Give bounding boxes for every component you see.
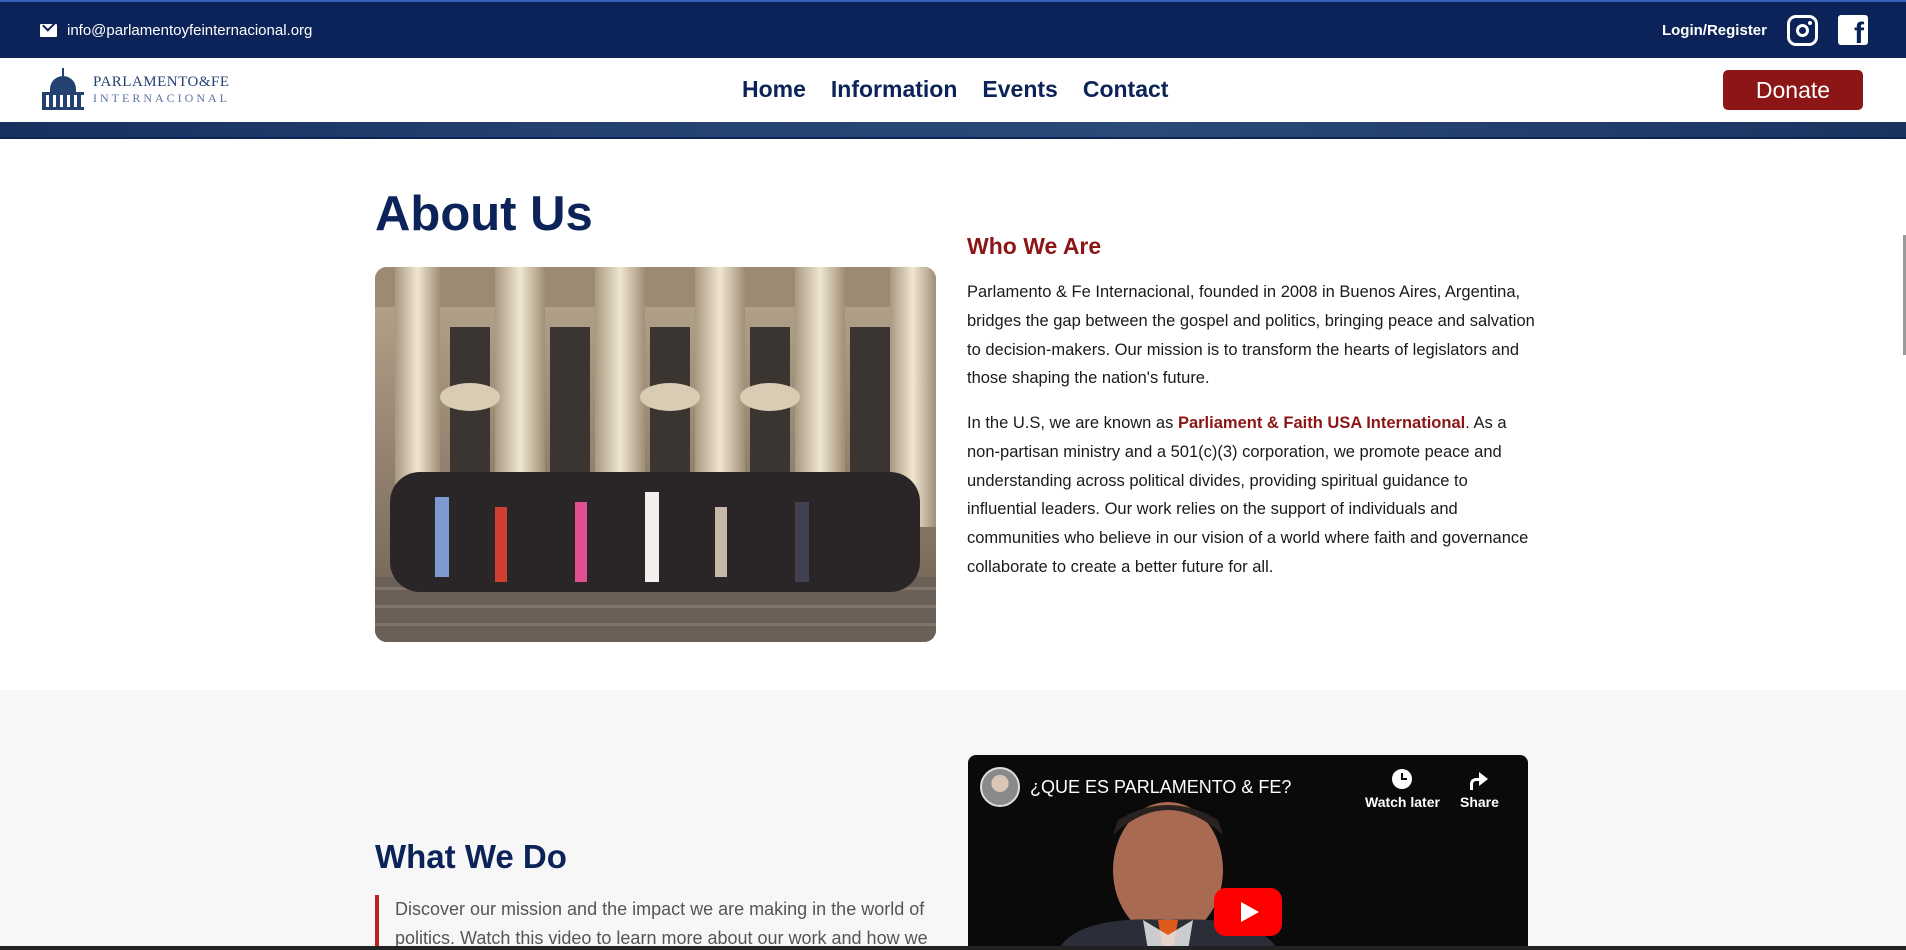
channel-avatar[interactable] bbox=[980, 767, 1020, 807]
nav-contact[interactable]: Contact bbox=[1083, 76, 1169, 103]
about-title: About Us bbox=[375, 187, 593, 241]
window-bottom-edge bbox=[0, 946, 1906, 950]
p2-text-after: . As a non-partisan ministry and a 501(c… bbox=[967, 414, 1529, 576]
donate-button[interactable]: Donate bbox=[1723, 70, 1863, 110]
logo-line-2: INTERNACIONAL bbox=[93, 91, 230, 105]
logo-line-1: PARLAMENTO&FE bbox=[93, 74, 230, 90]
nav-events[interactable]: Events bbox=[982, 76, 1057, 103]
facebook-icon[interactable]: f bbox=[1838, 15, 1868, 45]
instagram-icon[interactable] bbox=[1787, 14, 1818, 46]
share-icon bbox=[1468, 769, 1490, 790]
watch-later-button[interactable]: Watch later bbox=[1365, 769, 1440, 810]
youtube-video-embed[interactable]: ¿QUE ES PARLAMENTO & FE? Watch later Sha… bbox=[968, 755, 1528, 950]
nav-menu: Home Information Events Contact bbox=[742, 76, 1168, 103]
hero-banner-strip bbox=[0, 122, 1906, 139]
usa-name-highlight: Parliament & Faith USA International bbox=[1177, 414, 1466, 432]
site-logo[interactable]: PARLAMENTO&FE INTERNACIONAL bbox=[40, 68, 230, 112]
who-we-are-paragraph-1: Parlamento & Fe Internacional, founded i… bbox=[967, 283, 1535, 388]
what-we-do-section: What We Do Discover our mission and the … bbox=[0, 690, 1906, 950]
email-text[interactable]: info@parlamentoyfeinternacional.org bbox=[67, 22, 312, 39]
who-we-are-title: Who We Are bbox=[967, 233, 1102, 259]
share-label: Share bbox=[1460, 794, 1499, 810]
login-register-link[interactable]: Login/Register bbox=[1662, 22, 1767, 39]
mail-icon bbox=[40, 23, 57, 37]
main-navbar: PARLAMENTO&FE INTERNACIONAL Home Informa… bbox=[0, 58, 1906, 122]
watch-later-label: Watch later bbox=[1365, 794, 1440, 810]
what-we-do-text: Discover our mission and the impact we a… bbox=[375, 895, 935, 950]
top-bar: info@parlamentoyfeinternacional.org Logi… bbox=[0, 0, 1906, 58]
what-we-do-title: What We Do bbox=[375, 838, 567, 875]
group-photo bbox=[375, 267, 936, 642]
nav-information[interactable]: Information bbox=[831, 76, 958, 103]
who-we-are-paragraph-2: In the U.S, we are known as Parliament &… bbox=[967, 409, 1537, 582]
capitol-dome-icon bbox=[40, 68, 86, 112]
play-button[interactable] bbox=[1214, 888, 1282, 936]
logo-text: PARLAMENTO&FE INTERNACIONAL bbox=[93, 74, 230, 106]
top-bar-right: Login/Register f bbox=[1662, 14, 1868, 46]
video-title[interactable]: ¿QUE ES PARLAMENTO & FE? bbox=[1030, 777, 1291, 798]
share-button[interactable]: Share bbox=[1460, 769, 1499, 810]
p2-text-before: In the U.S, we are known as bbox=[967, 414, 1178, 432]
clock-icon bbox=[1392, 769, 1413, 789]
nav-home[interactable]: Home bbox=[742, 76, 806, 103]
contact-email[interactable]: info@parlamentoyfeinternacional.org bbox=[40, 22, 312, 39]
